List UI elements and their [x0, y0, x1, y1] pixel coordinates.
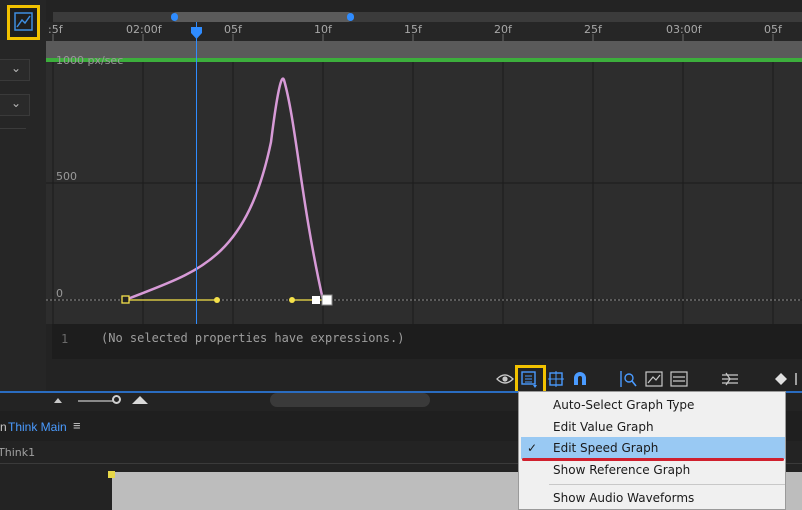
work-area-start-handle[interactable]	[171, 13, 178, 21]
menu-item-edit-speed-graph[interactable]: ✓ Edit Speed Graph	[521, 437, 785, 459]
checkmark-icon: ✓	[527, 441, 538, 455]
menu-item-label: Auto-Select Graph Type	[553, 398, 695, 412]
time-ruler[interactable]: :5f 02:00f 05f 10f 15f 20f 25f 03:00f 05…	[46, 22, 802, 41]
keyframe-point-selected	[312, 296, 320, 304]
keyframe-point	[121, 295, 130, 304]
fit-selection-icon	[620, 371, 637, 387]
menu-item-label: Edit Speed Graph	[553, 441, 659, 455]
work-area-range[interactable]	[174, 12, 350, 22]
eye-icon	[496, 374, 514, 384]
menu-item-show-reference-graph[interactable]: Show Reference Graph	[519, 459, 787, 481]
horizontal-scrollbar[interactable]	[270, 393, 430, 407]
menu-item-label: Show Reference Graph	[553, 463, 691, 477]
work-area-bar	[53, 12, 802, 22]
playhead-handle[interactable]	[191, 27, 202, 39]
menu-separator	[549, 484, 785, 485]
zoom-in-icon[interactable]	[130, 395, 150, 405]
zoom-slider-thumb[interactable]	[112, 395, 121, 404]
keyframe-point-selected	[321, 294, 333, 306]
fit-all-icon	[645, 371, 663, 387]
composition-tab-prefix: n	[0, 420, 7, 434]
speed-graph	[121, 77, 333, 306]
keyframe-button[interactable]	[772, 369, 802, 389]
easy-ease-icon	[722, 372, 738, 386]
zoom-out-icon[interactable]	[52, 396, 64, 404]
expression-line-number: 1	[61, 332, 69, 346]
menu-item-show-audio-waveforms[interactable]: Show Audio Waveforms	[519, 487, 787, 509]
chevron-down-icon: ⌄	[11, 96, 22, 110]
hamburger-menu-icon[interactable]: ≡	[73, 418, 81, 433]
snap-icon	[548, 371, 564, 387]
snap-button[interactable]	[570, 369, 590, 389]
bezier-handle-point	[214, 297, 220, 303]
menu-item-label: Edit Value Graph	[553, 420, 654, 434]
expression-placeholder: (No selected properties have expressions…	[101, 331, 405, 345]
transform-box-button[interactable]	[546, 369, 566, 389]
left-panel-row-2[interactable]: ⌄	[0, 94, 30, 116]
composition-tab-name[interactable]: Think Main	[8, 420, 67, 434]
easy-ease-button[interactable]	[720, 369, 740, 389]
zoom-icon	[670, 371, 688, 387]
highlight-box-graph-toggle	[7, 5, 40, 40]
magnet-icon	[574, 372, 586, 385]
menu-item-auto-select-graph-type[interactable]: Auto-Select Graph Type	[519, 394, 787, 416]
graph-area[interactable]: 1000 px/sec 500 0	[46, 54, 802, 324]
bezier-handle-point	[289, 297, 295, 303]
work-area-end-handle[interactable]	[347, 13, 354, 21]
separate-dimensions-button[interactable]	[669, 369, 689, 389]
graph-type-menu: Auto-Select Graph Type Edit Value Graph …	[518, 391, 786, 510]
ruler-ticks	[52, 34, 774, 41]
menu-item-label: Show Audio Waveforms	[553, 491, 695, 505]
speed-curve	[124, 77, 325, 302]
left-panel-row-1[interactable]: ⌄	[0, 59, 30, 81]
layer-bar[interactable]	[46, 41, 802, 58]
layer-name: Think1	[0, 446, 36, 459]
composition-marker	[108, 471, 115, 478]
keyframe-icon	[775, 373, 797, 385]
fit-all-button[interactable]	[644, 369, 664, 389]
fit-selection-button[interactable]	[618, 369, 638, 389]
left-panel-divider	[0, 128, 26, 129]
highlight-box-graph-options	[515, 365, 546, 394]
menu-item-edit-value-graph[interactable]: Edit Value Graph	[519, 416, 787, 438]
show-properties-button[interactable]	[495, 369, 515, 389]
chevron-down-icon: ⌄	[11, 61, 22, 75]
expression-editor[interactable]: 1 (No selected properties have expressio…	[52, 324, 802, 359]
playhead-line	[196, 22, 197, 325]
